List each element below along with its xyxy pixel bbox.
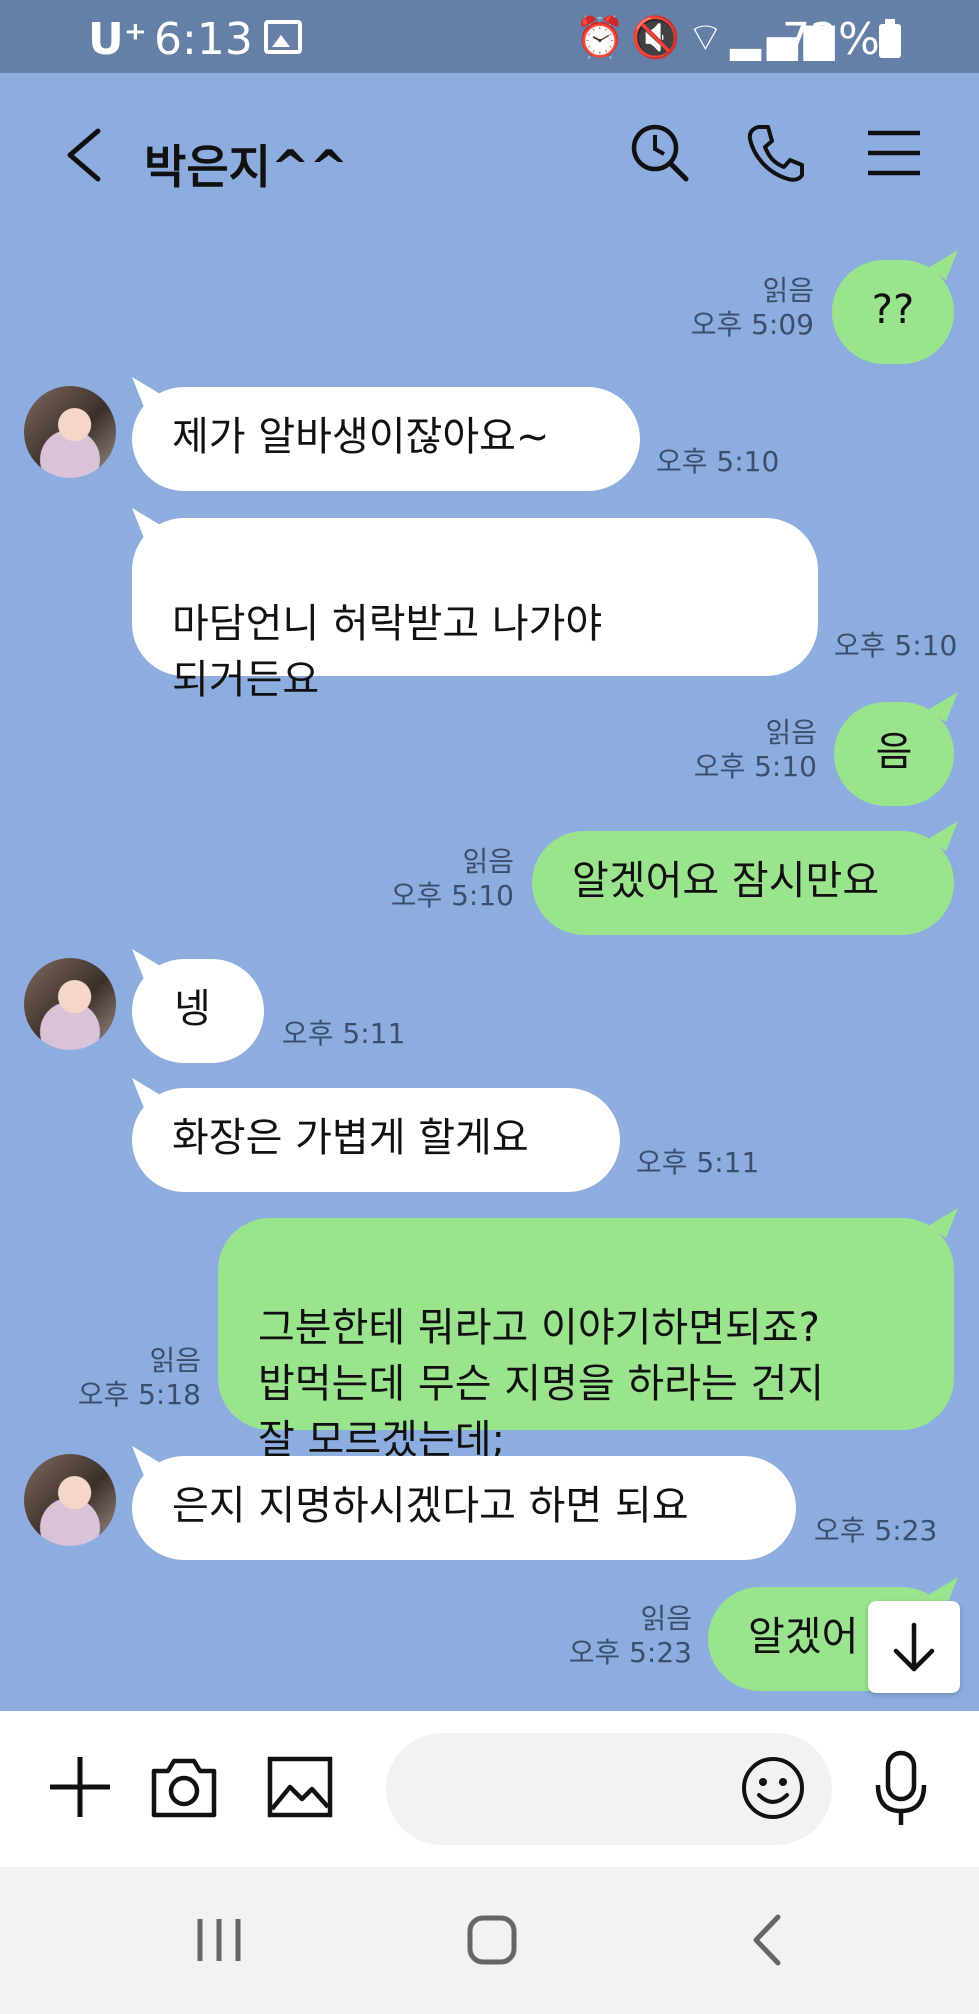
message-input-bar (0, 1711, 979, 1867)
alarm-icon: ⏰ (575, 15, 631, 61)
message-time: 오후 5:11 (282, 1017, 406, 1050)
system-nav-bar (0, 1867, 979, 2014)
message-bubble-incoming[interactable]: 은지 지명하시겠다고 하면 되요 (132, 1456, 796, 1560)
message-time: 오후 5:18 (77, 1378, 201, 1411)
message-time: 오후 5:10 (834, 629, 958, 662)
message-bubble-incoming[interactable]: 넹 (132, 959, 264, 1063)
message-text: 음 (875, 729, 913, 775)
gallery-icon (264, 20, 302, 54)
message-meta: 읽음 오후 5:23 (569, 1602, 692, 1670)
battery-icon (879, 19, 901, 58)
message-time: 오후 5:10 (656, 445, 780, 478)
message-bubble-outgoing[interactable]: 그분한테 뭐라고 이야기하면되죠? 밥먹는데 무슨 지명을 하라는 건지 잘 모… (218, 1218, 954, 1463)
search-icon[interactable] (628, 121, 692, 185)
mute-icon: 🔇 (630, 15, 687, 61)
message-text: ?? (871, 287, 915, 333)
plus-icon[interactable] (44, 1751, 116, 1823)
message-text: 넹 (174, 986, 211, 1032)
message-time: 오후 5:09 (690, 308, 814, 341)
message-text: 화장은 가볍게 할게요 (172, 1115, 529, 1161)
status-bar: U⁺ 6:13 ⏰🔇⌔▂▄▆ 72% (0, 0, 979, 73)
read-receipt: 읽음 (462, 845, 514, 878)
message-meta: 읽음 오후 5:09 (691, 274, 814, 342)
home-icon[interactable] (457, 1905, 527, 1975)
message-time: 오후 5:23 (568, 1636, 692, 1669)
avatar[interactable] (24, 958, 116, 1050)
avatar[interactable] (24, 386, 116, 478)
status-time: 6:13 (154, 14, 253, 65)
read-receipt: 읽음 (762, 274, 814, 307)
mic-icon[interactable] (868, 1749, 934, 1829)
menu-icon[interactable] (862, 121, 926, 185)
phone-icon[interactable] (744, 121, 808, 185)
read-receipt: 읽음 (640, 1602, 692, 1635)
back-nav-icon[interactable] (732, 1905, 802, 1975)
scroll-to-bottom-button[interactable] (868, 1601, 960, 1693)
message-text: 은지 지명하시겠다고 하면 되요 (172, 1483, 689, 1529)
message-time: 오후 5:23 (814, 1514, 938, 1547)
recents-icon[interactable] (184, 1905, 254, 1975)
message-meta: 읽음 오후 5:10 (694, 716, 817, 784)
message-text: 제가 알바생이잖아요~ (172, 414, 550, 460)
wifi-icon: ⌔ (686, 15, 731, 61)
message-text: 그분한테 뭐라고 이야기하면되죠? 밥먹는데 무슨 지명을 하라는 건지 잘 모… (258, 1305, 825, 1463)
message-bubble-outgoing[interactable]: ?? (832, 260, 954, 364)
message-bubble-incoming[interactable]: 마담언니 허락받고 나가야 되거든요 (132, 518, 818, 703)
message-bubble-outgoing[interactable]: 음 (834, 702, 954, 806)
read-receipt: 읽음 (765, 716, 817, 749)
carrier-label: U⁺ (88, 14, 147, 65)
camera-icon[interactable] (148, 1751, 220, 1823)
message-bubble-incoming[interactable]: 화장은 가볍게 할게요 (132, 1088, 620, 1192)
message-text: 알겠어요 잠시만요 (572, 858, 880, 904)
emoji-icon[interactable] (740, 1755, 806, 1821)
image-icon[interactable] (264, 1751, 336, 1823)
message-bubble-outgoing[interactable]: 알겠어요 잠시만요 (532, 831, 954, 935)
chat-title: 박은지^^ (144, 140, 349, 194)
message-meta: 읽음 오후 5:10 (391, 845, 514, 913)
back-icon[interactable] (58, 125, 108, 185)
message-text: 알겠어 (748, 1614, 859, 1660)
message-bubble-incoming[interactable]: 제가 알바생이잖아요~ (132, 387, 640, 491)
read-receipt: 읽음 (149, 1344, 201, 1377)
message-text: 마담언니 허락받고 나가야 되거든요 (172, 601, 603, 703)
arrow-down-icon (893, 1622, 935, 1672)
chat-header: 박은지^^ (0, 73, 979, 243)
avatar[interactable] (24, 1454, 116, 1546)
battery-percent: 72% (782, 14, 880, 65)
message-meta: 읽음 오후 5:18 (78, 1344, 201, 1412)
message-time: 오후 5:11 (636, 1146, 760, 1179)
message-time: 오후 5:10 (693, 750, 817, 783)
message-time: 오후 5:10 (390, 879, 514, 912)
